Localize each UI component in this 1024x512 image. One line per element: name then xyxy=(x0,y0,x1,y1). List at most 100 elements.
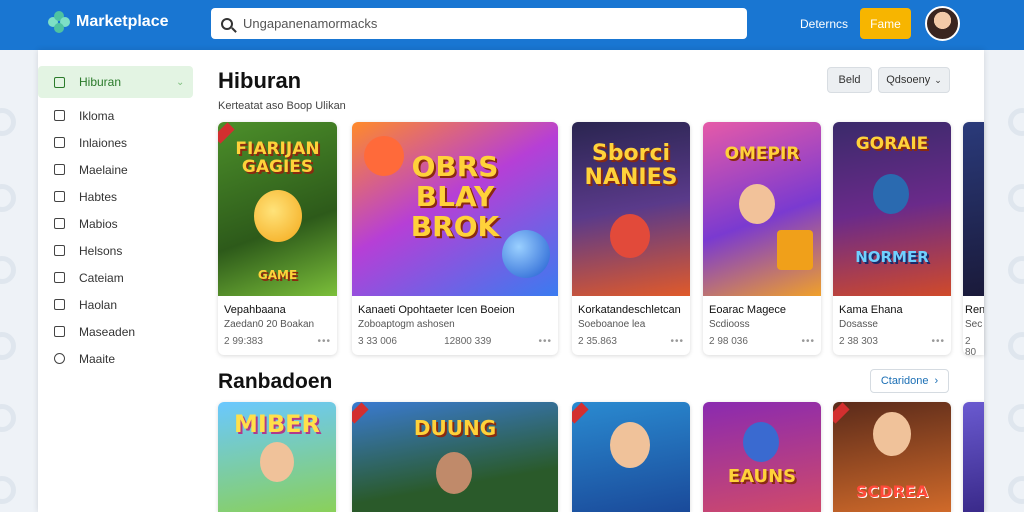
see-all-label: Ctaridone xyxy=(880,375,929,387)
beld-button[interactable]: Beld xyxy=(827,67,872,93)
character-art xyxy=(254,190,302,242)
folder-icon xyxy=(54,164,65,175)
more-options-icon[interactable]: ••• xyxy=(538,336,552,347)
brand[interactable]: Marketplace xyxy=(48,11,169,33)
decor-ring xyxy=(0,184,16,212)
decor-ring xyxy=(1008,184,1024,212)
sidebar-item-label: Haolan xyxy=(79,297,118,312)
game-card[interactable]: FIARIJAN GAGIES GAME Vepahbaana Zaedan0 … xyxy=(218,122,337,355)
game-thumbnail: FIARIJAN GAGIES GAME xyxy=(218,122,337,296)
decor-ring xyxy=(0,404,16,432)
sidebar-item-label: Cateiam xyxy=(79,270,124,285)
sidebar: Hiburan ⌄ Ikloma Inlaiones Maelaine Habt… xyxy=(38,66,208,372)
thumbnail-title: OMEPIR xyxy=(724,144,800,164)
sidebar-item-cateiam[interactable]: Cateiam xyxy=(38,264,208,291)
sidebar-item-habtes[interactable]: Habtes xyxy=(38,183,208,210)
sidebar-item-label: Helsons xyxy=(79,243,123,258)
more-options-icon[interactable]: ••• xyxy=(670,336,684,347)
top-bar: Marketplace Ungapanenamormacks Deterncs … xyxy=(0,0,1024,50)
badge-ribbon xyxy=(572,402,589,424)
game-card[interactable] xyxy=(572,402,690,512)
game-thumbnail xyxy=(963,402,984,512)
card-meta: 3 33 006 xyxy=(358,336,397,347)
card-title: Korkatandeschletcan xyxy=(578,304,681,316)
game-card[interactable] xyxy=(963,402,984,512)
thumbnail-title: OBRS BLAY BROK xyxy=(410,150,500,243)
decor-ring xyxy=(1008,404,1024,432)
card-subtitle: Zaedan0 20 Boakan xyxy=(224,319,315,330)
card-meta-secondary: 12800 339 xyxy=(444,336,492,347)
sidebar-item-label: Ikloma xyxy=(79,108,115,123)
sidebar-item-label: Mabios xyxy=(79,216,118,231)
decor-ring xyxy=(0,476,16,504)
more-options-icon[interactable]: ••• xyxy=(317,336,331,347)
avatar[interactable] xyxy=(925,6,960,41)
game-thumbnail xyxy=(572,402,690,512)
sidebar-item-maelaine[interactable]: Maelaine xyxy=(38,156,208,183)
see-all-button[interactable]: Ctaridone › xyxy=(870,369,949,393)
bookmark-icon xyxy=(54,110,65,121)
document-icon xyxy=(54,299,65,310)
card-meta: 2 35.863 xyxy=(578,336,617,347)
card-meta: 2 99:383 xyxy=(224,336,263,347)
thumbnail-title: DUUNG xyxy=(413,416,497,440)
game-card[interactable]: EAUNS xyxy=(703,402,821,512)
game-thumbnail: OBRS BLAY BROK xyxy=(352,122,558,296)
decor-ring xyxy=(1008,108,1024,136)
sort-dropdown[interactable]: Qdsoeny ⌄ xyxy=(878,67,950,93)
game-card[interactable]: Ren Sec 2 80 xyxy=(963,122,984,355)
block-art xyxy=(777,230,813,270)
game-thumbnail: MIBER xyxy=(218,402,336,512)
more-options-icon[interactable]: ••• xyxy=(801,336,815,347)
chevron-down-icon: ⌄ xyxy=(934,74,942,85)
character-art xyxy=(873,174,909,214)
game-card[interactable]: OBRS BLAY BROK Kanaeti Opohtaeter Icen B… xyxy=(352,122,558,355)
tag-icon xyxy=(54,137,65,148)
sidebar-item-label: Inlaiones xyxy=(79,135,128,150)
game-card[interactable]: MIBER xyxy=(218,402,336,512)
character-art xyxy=(260,442,294,482)
game-card[interactable]: DUUNG xyxy=(352,402,558,512)
more-options-icon[interactable]: ••• xyxy=(931,336,945,347)
thumbnail-title: SCDREA xyxy=(855,482,929,501)
card-meta: 2 98 036 xyxy=(709,336,748,347)
thumbnail-title: MIBER xyxy=(234,410,320,438)
sidebar-item-mabios[interactable]: Mabios xyxy=(38,210,208,237)
sidebar-item-inlaiones[interactable]: Inlaiones xyxy=(38,129,208,156)
sidebar-item-helsons[interactable]: Helsons xyxy=(38,237,208,264)
settings-icon xyxy=(54,353,65,364)
thumbnail-subtitle: NORMER xyxy=(855,248,929,266)
search-input[interactable]: Ungapanenamormacks xyxy=(243,16,377,31)
game-thumbnail xyxy=(963,122,984,296)
thumbnail-title: EAUNS xyxy=(727,466,797,487)
page-subtitle: Kerteatat aso Boop Ulikan xyxy=(218,100,346,112)
game-card[interactable]: OMEPIR Eoarac Magece Scdiooss 2 98 036 ••… xyxy=(703,122,821,355)
fame-button[interactable]: Fame xyxy=(860,8,911,39)
sidebar-item-haolan[interactable]: Haolan xyxy=(38,291,208,318)
sidebar-item-maaite[interactable]: Maaite xyxy=(38,345,208,372)
sidebar-item-label: Maseaden xyxy=(79,324,136,339)
section-title: Ranbadoen xyxy=(218,370,333,393)
sidebar-item-ikloma[interactable]: Ikloma xyxy=(38,102,208,129)
list-icon xyxy=(54,191,65,202)
card-meta: 2 80 xyxy=(965,336,977,355)
search-bar[interactable]: Ungapanenamormacks xyxy=(211,8,747,39)
card-subtitle: Scdiooss xyxy=(709,319,750,330)
sidebar-item-hiburan[interactable]: Hiburan ⌄ xyxy=(38,66,193,98)
game-card[interactable]: Sborci NANIES Korkatandeschletcan Soeboa… xyxy=(572,122,690,355)
game-thumbnail: GORAIE NORMER xyxy=(833,122,951,296)
character-art xyxy=(739,184,775,224)
sidebar-item-maseaden[interactable]: Maseaden xyxy=(38,318,208,345)
card-subtitle: Dosasse xyxy=(839,319,878,330)
game-card[interactable]: SCDREA xyxy=(833,402,951,512)
sidebar-item-label: Hiburan xyxy=(79,75,122,89)
game-thumbnail: OMEPIR xyxy=(703,122,821,296)
game-card[interactable]: GORAIE NORMER Kama Ehana Dosasse 2 38 30… xyxy=(833,122,951,355)
card-title: Kama Ehana xyxy=(839,304,903,316)
sidebar-item-label: Habtes xyxy=(79,189,118,204)
card-subtitle: Sec xyxy=(965,319,983,330)
thumbnail-title: GORAIE xyxy=(855,134,929,154)
chevron-down-icon: ⌄ xyxy=(176,76,185,88)
top-link[interactable]: Deterncs xyxy=(800,17,848,31)
card-title: Ren xyxy=(965,304,984,316)
